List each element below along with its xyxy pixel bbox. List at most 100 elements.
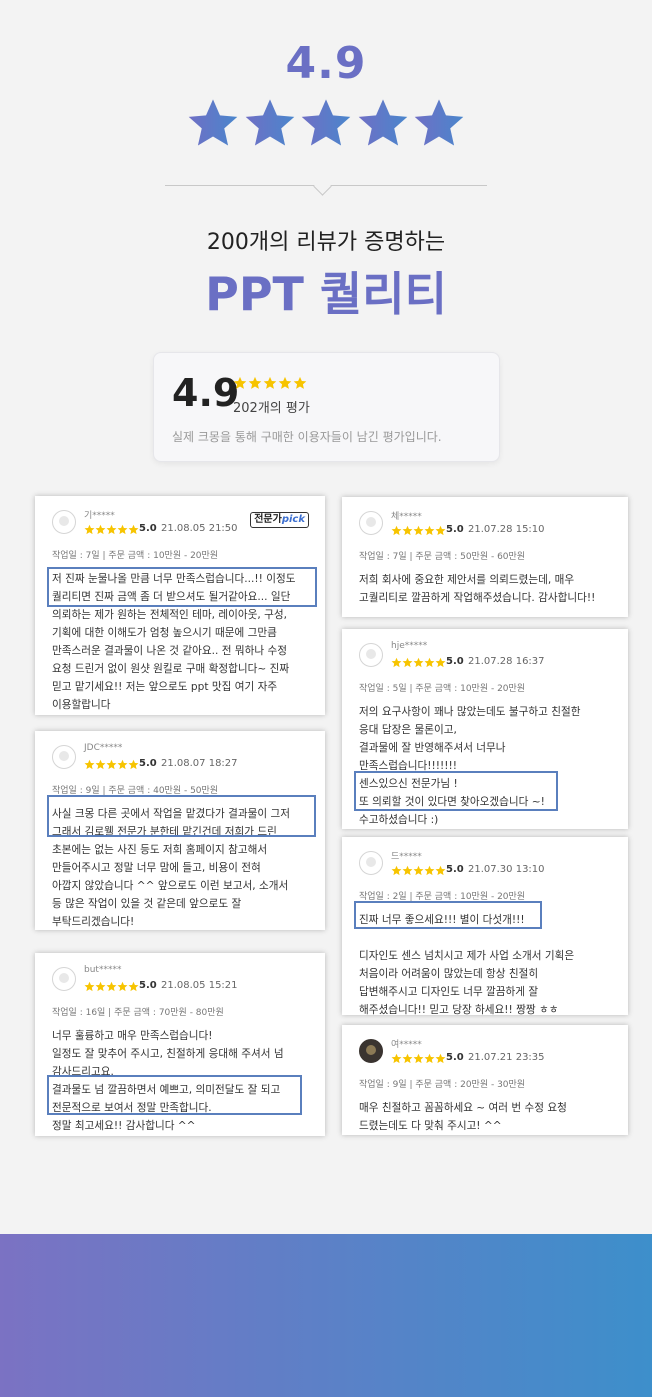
star-icon — [424, 1053, 435, 1064]
star-icon — [106, 981, 117, 992]
review-line: 정말 최고세요!! 감사합니다 ^^ — [52, 1120, 196, 1132]
review-line: 요청 드린거 없이 원샷 원킬로 구매 확정합니다~ 진짜 — [52, 663, 290, 675]
review-line: 디자인도 센스 넘치시고 제가 사업 소개서 기획은 — [359, 950, 575, 962]
avatar — [359, 643, 383, 667]
highlight-box — [47, 795, 316, 837]
review-card: but***** 5.0 21.08.05 15:21 작업일 : 16일 | … — [35, 953, 325, 1136]
footer-band — [0, 1234, 652, 1397]
review-card: 체***** 5.0 21.07.28 15:10 작업일 : 7일 | 주문 … — [342, 497, 628, 617]
star-icon — [278, 376, 292, 389]
star-icon — [248, 376, 262, 389]
review-date: 21.08.05 21:50 — [161, 523, 238, 534]
review-line: 너무 훌륭하고 매우 만족스럽습니다! — [52, 1030, 213, 1042]
star-icon — [391, 1053, 402, 1064]
avatar — [52, 967, 76, 991]
star-icon — [117, 759, 128, 770]
reviewer-name: hje***** — [391, 641, 428, 651]
review-meta: 작업일 : 5일 | 주문 금액 : 10만원 - 20만원 — [359, 684, 526, 694]
review-line: 아깝지 않았습니다 ^^ 앞으로도 이런 보고서, 소개서 — [52, 880, 289, 892]
review-score: 5.0 — [446, 656, 464, 667]
review-line: 일정도 잘 맞추어 주시고, 친절하게 응대해 주셔서 넘 — [52, 1048, 284, 1060]
review-line: 처음이라 어려움이 많았는데 항상 친절히 — [359, 968, 539, 980]
review-stars — [391, 1053, 446, 1064]
star-icon — [233, 376, 247, 389]
review-date: 21.08.07 18:27 — [161, 758, 238, 769]
review-line: 만족스러운 결과물이 나온 것 같아요.. 전 뭐하나 수정 — [52, 645, 287, 657]
review-stars — [84, 981, 139, 992]
star-icon — [402, 1053, 413, 1064]
hero-stars — [186, 96, 466, 162]
review-line: 믿고 맡기세요!! 저는 앞으로도 ppt 맛집 여기 자주 — [52, 681, 278, 693]
highlight-box — [47, 1075, 302, 1115]
reviewer-name: 드***** — [391, 852, 422, 862]
summary-note: 실제 크몽을 통해 구매한 이용자들이 남긴 평가입니다. — [172, 430, 442, 444]
avatar — [52, 745, 76, 769]
star-icon — [128, 981, 139, 992]
avatar — [52, 510, 76, 534]
review-line: 답변해주시고 디자인도 너무 깔끔하게 잘 — [359, 986, 539, 998]
summary-stars — [233, 376, 307, 390]
main-title: PPT 퀄리티 — [205, 267, 447, 321]
review-line: 기획에 대한 이해도가 엄청 높으시기 때문에 그만큼 — [52, 627, 277, 639]
review-meta: 작업일 : 7일 | 주문 금액 : 50만원 - 60만원 — [359, 552, 526, 562]
reviewer-name: but***** — [84, 965, 122, 975]
review-line: 응대 답장은 물론이고, — [359, 724, 457, 736]
avatar — [359, 1039, 383, 1063]
review-date: 21.07.28 15:10 — [468, 524, 545, 535]
review-line: 수고하셨습니다 :) — [359, 814, 439, 826]
star-icon — [106, 524, 117, 535]
star-icon — [424, 657, 435, 668]
review-text: 저희 회사에 중요한 제안서를 의뢰드렸는데, 매우고퀄리티로 깔끔하게 작업해… — [359, 571, 618, 607]
star-icon — [293, 376, 307, 389]
star-icon — [117, 524, 128, 535]
star-icon — [106, 759, 117, 770]
star-icon — [128, 524, 139, 535]
star-icon — [424, 865, 435, 876]
star-icon — [128, 759, 139, 770]
star-icon — [95, 524, 106, 535]
reviewer-name: 여***** — [391, 1040, 422, 1050]
review-stars — [391, 865, 446, 876]
star-icon — [391, 657, 402, 668]
reviewer-name: JDC***** — [84, 743, 123, 753]
star-icon — [391, 525, 402, 536]
star-icon — [424, 525, 435, 536]
review-stars — [391, 525, 446, 536]
star-icon — [402, 657, 413, 668]
review-card: JDC***** 5.0 21.08.07 18:27 작업일 : 9일 | 주… — [35, 731, 325, 930]
avatar — [359, 851, 383, 875]
avatar — [359, 511, 383, 535]
star-icon — [188, 99, 238, 146]
expert-pick-badge: 전문가pick — [250, 512, 309, 528]
review-date: 21.07.21 23:35 — [468, 1052, 545, 1063]
review-card: 기***** 5.0 21.08.05 21:50 전문가pick 작업일 : … — [35, 496, 325, 715]
badge-pick: pick — [281, 514, 305, 525]
star-icon — [358, 99, 407, 146]
badge-label: 전문가 — [254, 514, 282, 525]
review-date: 21.07.28 16:37 — [468, 656, 545, 667]
review-score: 5.0 — [139, 980, 157, 991]
review-card: hje***** 5.0 21.07.28 16:37 작업일 : 5일 | 주… — [342, 629, 628, 829]
review-line: 고퀄리티로 깔끔하게 작업해주셨습니다. 감사합니다!! — [359, 592, 596, 604]
star-icon — [435, 865, 446, 876]
star-icon — [413, 1053, 424, 1064]
star-icon — [84, 981, 95, 992]
review-line: 저희 회사에 중요한 제안서를 의뢰드렸는데, 매우 — [359, 574, 575, 586]
highlight-box — [354, 901, 542, 929]
rating-summary-card: 4.9 202개의 평가 실제 크몽을 통해 구매한 이용자들이 남긴 평가입니… — [153, 352, 500, 462]
review-meta: 작업일 : 16일 | 주문 금액 : 70만원 - 80만원 — [52, 1008, 224, 1018]
star-icon — [391, 865, 402, 876]
summary-score: 4.9 — [172, 371, 240, 415]
review-stars — [84, 524, 139, 535]
star-icon — [95, 759, 106, 770]
review-line: 의뢰하는 제가 원하는 전체적인 테마, 레이아웃, 구성, — [52, 609, 287, 621]
review-card: 드***** 5.0 21.07.30 13:10 작업일 : 2일 | 주문 … — [342, 837, 628, 1016]
star-icon — [95, 981, 106, 992]
review-meta: 작업일 : 9일 | 주문 금액 : 20만원 - 30만원 — [359, 1080, 526, 1090]
star-icon — [263, 376, 277, 389]
review-card: 여***** 5.0 21.07.21 23:35 작업일 : 9일 | 주문 … — [342, 1025, 628, 1135]
review-date: 21.08.05 15:21 — [161, 980, 238, 991]
star-icon — [84, 524, 95, 535]
star-icon — [84, 759, 95, 770]
star-icon — [117, 981, 128, 992]
